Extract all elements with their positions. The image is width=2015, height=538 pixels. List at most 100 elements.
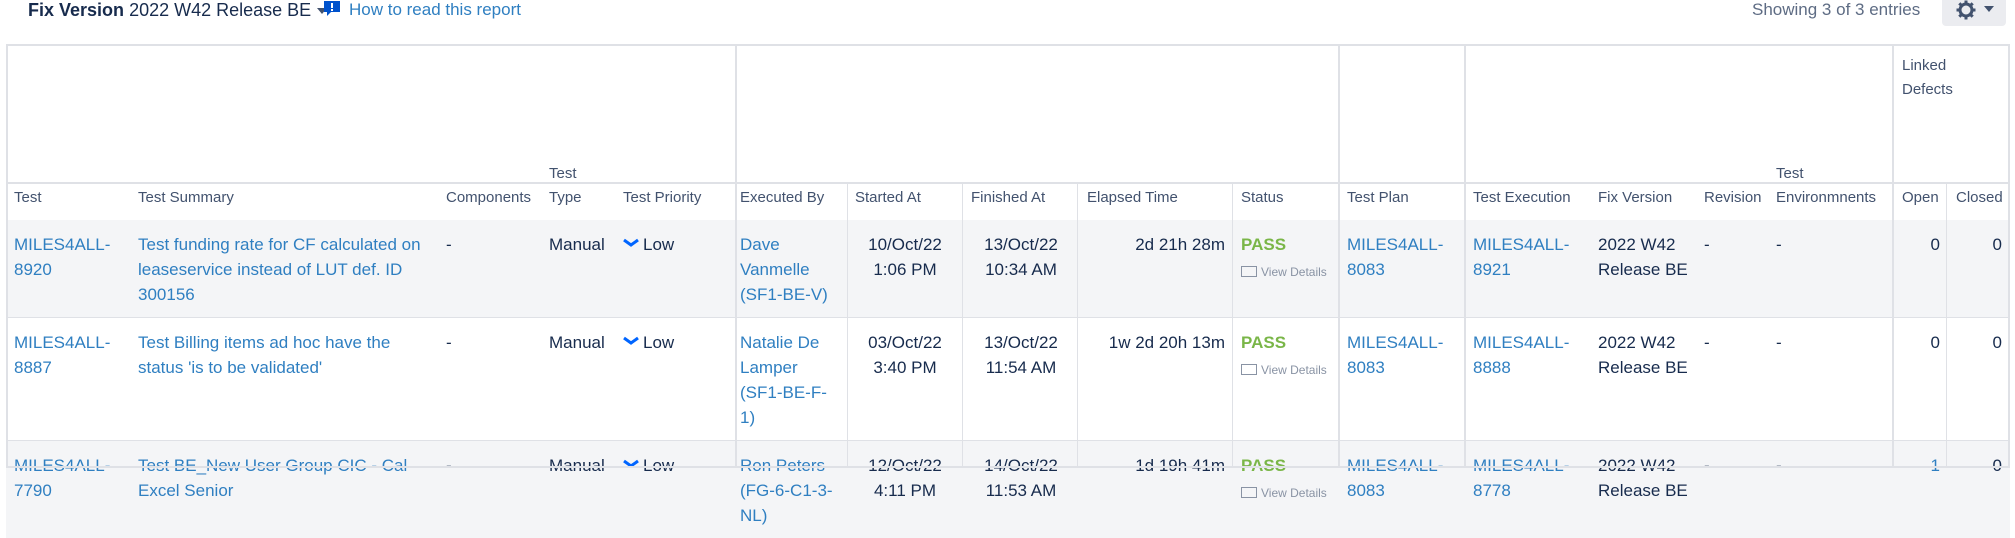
- col-test-type[interactable]: TestType: [541, 102, 615, 220]
- linked-defects-header: LinkedDefects: [1894, 44, 2010, 102]
- fix-version-dropdown[interactable]: Fix Version 2022 W42 Release BE: [28, 0, 327, 20]
- column-divider: [847, 184, 848, 468]
- finished-at-cell: 14/Oct/2211:53 AM: [963, 441, 1079, 538]
- environments-cell: -: [1768, 318, 1894, 441]
- finished-at-cell: 13/Oct/2211:54 AM: [963, 318, 1079, 441]
- test-plan-link[interactable]: MILES4ALL-8083: [1347, 456, 1443, 500]
- executed-by-link[interactable]: Dave Vanmelle (SF1-BE-V): [740, 235, 828, 304]
- col-started-at[interactable]: Started At: [847, 102, 963, 220]
- help-speech-icon: [323, 0, 341, 18]
- col-fix-version[interactable]: Fix Version: [1590, 102, 1696, 220]
- priority-cell: Low: [615, 318, 732, 441]
- table-row: MILES4ALL-8887 Test Billing items ad hoc…: [6, 318, 2010, 441]
- table-row: MILES4ALL-8920 Test funding rate for CF …: [6, 220, 2010, 318]
- test-type-cell: Manual: [541, 441, 615, 538]
- test-key-link[interactable]: MILES4ALL-8920: [14, 235, 110, 279]
- status-badge: PASS: [1241, 232, 1331, 257]
- executed-by-link[interactable]: Ron Peters (FG-6-C1-3-NL): [740, 456, 833, 525]
- finished-at-cell: 13/Oct/2210:34 AM: [963, 220, 1079, 318]
- column-divider: [1232, 184, 1233, 468]
- col-executed-by[interactable]: Executed By: [732, 102, 847, 220]
- how-to-read-label: How to read this report: [349, 0, 521, 19]
- col-test-summary[interactable]: Test Summary: [130, 102, 438, 220]
- column-divider: [735, 44, 737, 468]
- closed-defects-cell: 0: [1948, 220, 2010, 318]
- col-elapsed-time[interactable]: Elapsed Time: [1079, 102, 1233, 220]
- closed-defects-cell: 0: [1948, 318, 2010, 441]
- test-plan-link[interactable]: MILES4ALL-8083: [1347, 235, 1443, 279]
- how-to-read-link[interactable]: How to read this report: [323, 0, 521, 20]
- test-execution-link[interactable]: MILES4ALL-8778: [1473, 456, 1569, 500]
- environments-cell: -: [1768, 220, 1894, 318]
- test-plan-link[interactable]: MILES4ALL-8083: [1347, 333, 1443, 377]
- status-badge: PASS: [1241, 330, 1331, 355]
- test-type-cell: Manual: [541, 220, 615, 318]
- elapsed-time-cell: 1d 19h 41m: [1079, 441, 1233, 538]
- details-icon: [1241, 364, 1257, 375]
- components-cell: -: [438, 318, 541, 441]
- test-execution-link[interactable]: MILES4ALL-8921: [1473, 235, 1569, 279]
- test-report-table: LinkedDefects Test Test Summary Componen…: [6, 44, 2010, 538]
- col-test-execution[interactable]: Test Execution: [1465, 102, 1590, 220]
- chevron-down-icon: [623, 238, 639, 248]
- test-summary-link[interactable]: Test Billing items ad hoc have the statu…: [138, 333, 390, 377]
- settings-button[interactable]: [1942, 0, 2006, 26]
- executed-by-link[interactable]: Natalie De Lamper (SF1-BE-F-1): [740, 333, 827, 427]
- test-summary-link[interactable]: Test funding rate for CF calculated on l…: [138, 235, 421, 304]
- fix-version-cell: 2022 W42 Release BE: [1590, 220, 1696, 318]
- components-cell: -: [438, 441, 541, 538]
- entries-count: Showing 3 of 3 entries: [1752, 0, 1920, 20]
- test-key-link[interactable]: MILES4ALL-7790: [14, 456, 110, 500]
- revision-cell: -: [1696, 441, 1768, 538]
- col-test[interactable]: Test: [6, 102, 130, 220]
- started-at-cell: 12/Oct/224:11 PM: [847, 441, 963, 538]
- fix-version-label: Fix Version: [28, 0, 124, 20]
- col-test-environments[interactable]: TestEnvironmnents: [1768, 102, 1894, 220]
- open-defects-cell: 0: [1894, 318, 1948, 441]
- view-details-link[interactable]: View Details: [1241, 484, 1331, 502]
- col-test-priority[interactable]: Test Priority: [615, 102, 732, 220]
- col-revision[interactable]: Revision: [1696, 102, 1768, 220]
- components-cell: -: [438, 220, 541, 318]
- fix-version-value: 2022 W42 Release BE: [129, 0, 311, 20]
- details-icon: [1241, 266, 1257, 277]
- elapsed-time-cell: 2d 21h 28m: [1079, 220, 1233, 318]
- col-closed[interactable]: Closed: [1948, 102, 2010, 220]
- col-test-plan[interactable]: Test Plan: [1339, 102, 1465, 220]
- fix-version-cell: 2022 W42 Release BE: [1590, 318, 1696, 441]
- test-type-cell: Manual: [541, 318, 615, 441]
- column-divider: [1464, 44, 1466, 468]
- view-details-link[interactable]: View Details: [1241, 361, 1331, 379]
- test-key-link[interactable]: MILES4ALL-8887: [14, 333, 110, 377]
- column-divider: [1338, 44, 1340, 468]
- test-execution-link[interactable]: MILES4ALL-8888: [1473, 333, 1569, 377]
- status-cell: PASS View Details: [1233, 220, 1339, 318]
- elapsed-time-cell: 1w 2d 20h 13m: [1079, 318, 1233, 441]
- status-cell: PASSView Details: [1233, 441, 1339, 538]
- column-divider: [1077, 184, 1078, 468]
- column-divider: [1946, 184, 1947, 468]
- started-at-cell: 10/Oct/221:06 PM: [847, 220, 963, 318]
- chevron-down-icon: [1984, 6, 1994, 12]
- column-divider: [1892, 44, 1894, 468]
- col-status[interactable]: Status: [1233, 102, 1339, 220]
- open-defects-link[interactable]: 1: [1931, 456, 1940, 475]
- open-defects-cell: 1: [1894, 441, 1948, 538]
- priority-cell: Low: [615, 220, 732, 318]
- view-details-link[interactable]: View Details: [1241, 263, 1331, 281]
- col-components[interactable]: Components: [438, 102, 541, 220]
- col-open[interactable]: Open: [1894, 102, 1948, 220]
- test-summary-link[interactable]: Test BE_New User Group CIC - Cal Excel S…: [138, 456, 407, 500]
- started-at-cell: 03/Oct/223:40 PM: [847, 318, 963, 441]
- closed-defects-cell: 0: [1948, 441, 2010, 538]
- open-defects-cell: 0: [1894, 220, 1948, 318]
- revision-cell: -: [1696, 318, 1768, 441]
- column-divider: [962, 184, 963, 468]
- header-divider: [6, 182, 2010, 184]
- gear-icon: [1956, 0, 1976, 20]
- fix-version-cell: 2022 W42 Release BE: [1590, 441, 1696, 538]
- revision-cell: -: [1696, 220, 1768, 318]
- col-finished-at[interactable]: Finished At: [963, 102, 1079, 220]
- table-row: MILES4ALL-7790 Test BE_New User Group CI…: [6, 441, 2010, 538]
- environments-cell: -: [1768, 441, 1894, 538]
